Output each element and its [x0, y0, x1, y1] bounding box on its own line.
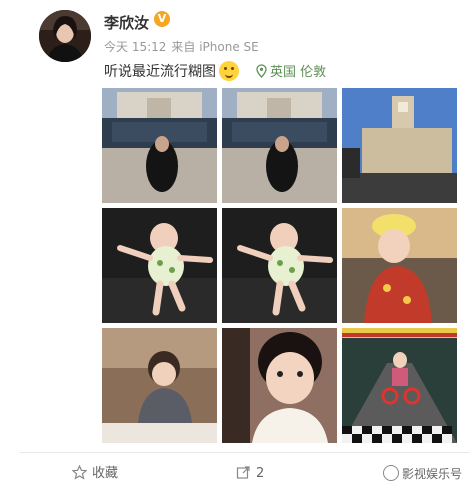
location-link[interactable]: 英国 伦敦	[256, 61, 326, 80]
watermark-logo-icon	[382, 465, 399, 481]
favorite-label: 收藏	[92, 466, 119, 481]
post-meta: 今天 15:12 来自 iPhone SE	[104, 38, 264, 55]
photo-baby-tricycle[interactable]	[342, 328, 457, 443]
photo-london-clocktower[interactable]	[342, 88, 457, 203]
favorite-button[interactable]: 收藏	[72, 453, 118, 495]
photo-baby-flower-hat[interactable]	[342, 208, 457, 323]
weibo-post: 李欣汝 V 今天 15:12 来自 iPhone SE 听说最近流行糊图 英国 伦…	[0, 0, 472, 495]
photo-baby-on-sofa[interactable]	[102, 208, 217, 323]
post-text: 听说最近流行糊图	[104, 64, 216, 80]
watermark: 影视娱乐号	[382, 465, 462, 482]
repost-count: 2	[256, 466, 265, 481]
post-time: 今天 15:12	[104, 40, 167, 54]
post-source[interactable]: 来自 iPhone SE	[171, 40, 258, 54]
post-text-container: 听说最近流行糊图	[104, 61, 239, 81]
username[interactable]: 李欣汝	[104, 12, 149, 33]
repost-icon	[236, 466, 250, 479]
photo-street-building-2[interactable]	[222, 88, 337, 203]
smile-emoji-icon	[219, 61, 239, 81]
star-icon	[72, 465, 87, 480]
photo-grid	[102, 88, 458, 444]
avatar[interactable]	[39, 10, 91, 62]
location-text: 英国 伦敦	[270, 65, 327, 80]
photo-baby-cafe[interactable]	[102, 328, 217, 443]
verified-badge-icon: V	[154, 11, 170, 27]
watermark-text: 影视娱乐号	[401, 467, 462, 481]
photo-baby-on-sofa-2[interactable]	[222, 208, 337, 323]
photo-street-building[interactable]	[102, 88, 217, 203]
photo-baby-selfie[interactable]	[222, 328, 337, 443]
location-pin-icon	[256, 64, 267, 78]
repost-button[interactable]: 2	[236, 453, 264, 495]
